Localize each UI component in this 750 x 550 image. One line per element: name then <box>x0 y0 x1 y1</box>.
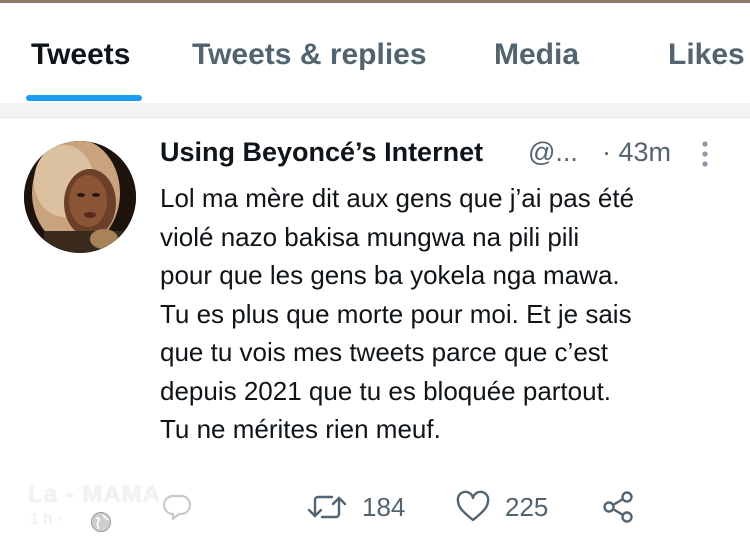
tab-tweets-and-replies[interactable]: Tweets & replies <box>192 38 427 72</box>
tweet-border <box>0 117 750 118</box>
section-divider <box>0 103 750 117</box>
share-icon <box>603 491 633 523</box>
avatar[interactable] <box>24 141 136 253</box>
display-name[interactable]: Using Beyoncé’s Internet <box>160 137 483 168</box>
tab-media[interactable]: Media <box>494 38 579 72</box>
tweet-timestamp[interactable]: · 43m <box>602 137 671 168</box>
share-button[interactable] <box>600 487 636 527</box>
reply-button[interactable] <box>160 487 208 527</box>
retweet-icon <box>307 495 347 519</box>
retweet-count: 184 <box>362 491 406 522</box>
more-vertical-icon[interactable] <box>696 139 714 169</box>
like-button[interactable]: 225 <box>455 487 548 527</box>
reply-icon <box>162 494 192 521</box>
profile-tab-bar: Tweets Tweets & replies Media Likes <box>0 3 750 103</box>
retweet-button[interactable]: 184 <box>306 487 405 527</box>
tweet-actions: 184 225 <box>0 477 750 537</box>
tab-tweets[interactable]: Tweets <box>31 38 130 72</box>
username-handle[interactable]: @... <box>528 137 578 168</box>
tab-likes[interactable]: Likes <box>668 38 745 72</box>
heart-icon <box>456 490 490 522</box>
tweet-text: Lol ma mère dit aux gens que j’ai pas ét… <box>160 183 635 444</box>
tweet-card[interactable]: Using Beyoncé’s Internet @... · 43m Lol … <box>0 117 750 550</box>
active-tab-indicator <box>26 95 142 101</box>
tweet-header: Using Beyoncé’s Internet @... · 43m <box>160 137 720 173</box>
like-count: 225 <box>505 491 549 522</box>
avatar-image <box>24 141 136 253</box>
